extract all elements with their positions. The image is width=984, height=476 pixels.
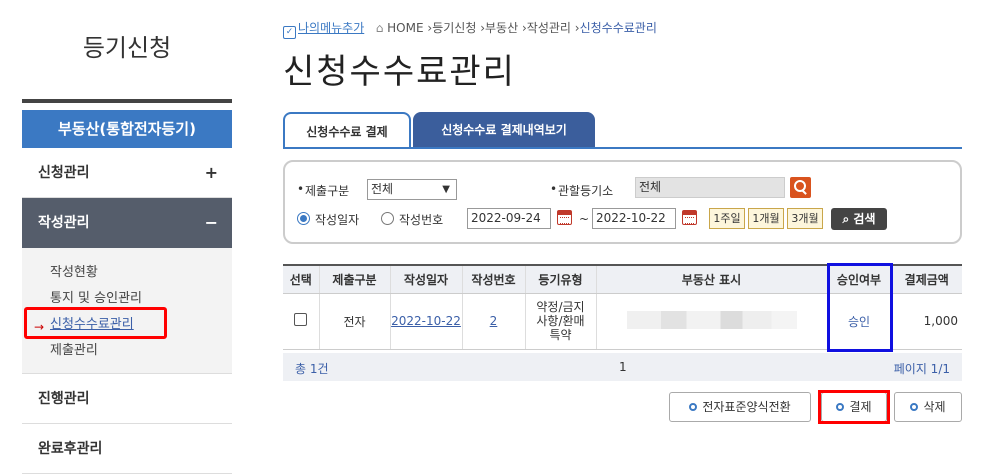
search-button-label: 검색: [853, 212, 876, 226]
highlight-box-pay-button: [818, 390, 890, 424]
office-label: 관할등기소: [558, 184, 614, 198]
submit-type-select[interactable]: 전체 ▼: [367, 179, 457, 200]
submenu-item-notice-approval[interactable]: 통지 및 승인관리: [50, 287, 142, 306]
sidebar-item-complete[interactable]: 완료후관리: [22, 424, 232, 474]
sidebar-item-label: 진행관리: [38, 391, 90, 407]
date-range-tilde: ~: [579, 212, 590, 226]
col-header: 부동산 표시: [595, 264, 827, 294]
collapse-icon[interactable]: −: [205, 198, 218, 248]
radio-date[interactable]: [297, 212, 310, 225]
col-header: 등기유형: [524, 264, 596, 294]
breadcrumb-item[interactable]: 등기신청: [432, 21, 476, 35]
breadcrumb: ✓ 나의메뉴추가 ⌂ HOME ›등기신청 ›부동산 ›작성관리 ›신청수수료관리: [283, 19, 657, 39]
col-header: 선택: [283, 264, 319, 294]
submit-type-label: 제출구분: [305, 184, 350, 198]
cell-submit-type: 전자: [318, 293, 390, 350]
submenu-item-submission[interactable]: 제출관리: [50, 339, 98, 358]
highlight-box-approval-column: [827, 263, 893, 352]
office-field[interactable]: 전체: [635, 177, 785, 198]
date-from-input[interactable]: 2022-09-24: [467, 208, 551, 229]
table-footer: 총 1건 1 페이지 1/1: [283, 353, 962, 381]
period-1month-button[interactable]: 1개월: [748, 208, 784, 229]
current-page[interactable]: 1: [619, 360, 627, 374]
cell-type-line: 약정/금지: [536, 300, 585, 314]
radio-date-label: 작성일자: [315, 213, 360, 227]
sidebar-title: 등기신청: [82, 34, 172, 62]
calendar-icon[interactable]: [682, 210, 697, 225]
submit-type-value: 전체: [371, 182, 394, 196]
sidebar-item-label: 완료후관리: [38, 441, 103, 457]
period-3month-button[interactable]: 3개월: [787, 208, 823, 229]
col-header: 제출구분: [318, 264, 390, 294]
breadcrumb-item[interactable]: 작성관리: [527, 21, 571, 35]
tab-payment-history[interactable]: 신청수수료 결제내역보기: [413, 112, 595, 148]
cell-type-line: 사항/환매: [536, 314, 585, 328]
breadcrumb-item[interactable]: 부동산: [485, 21, 518, 35]
delete-label: 삭제: [923, 400, 946, 414]
search-panel: • 제출구분 전체 ▼ • 관할등기소 전체 작성일자 작성번호 2022-09-…: [283, 160, 962, 244]
cell-amount: 1,000: [890, 293, 962, 350]
redacted-property-text: [626, 310, 797, 329]
col-header: 결제금액: [890, 264, 962, 294]
page-info: 페이지 1/1: [893, 362, 950, 376]
add-favorite-link[interactable]: 나의메뉴추가: [298, 21, 364, 35]
cell-date-link[interactable]: 2022-10-22: [391, 314, 461, 328]
home-icon: ⌂: [375, 21, 384, 35]
chevron-down-icon: ▼: [442, 184, 450, 195]
delete-button[interactable]: 삭제: [894, 392, 962, 422]
radio-number-label: 작성번호: [399, 213, 444, 227]
submenu-item-status[interactable]: 작성현황: [50, 261, 98, 280]
cell-number-link[interactable]: 2: [490, 314, 498, 328]
sidebar-item-label: 신청관리: [38, 165, 90, 181]
col-header: 작성일자: [389, 264, 462, 294]
tab-underline: [283, 147, 962, 149]
circle-icon: [910, 403, 919, 411]
cell-type-line: 특약: [549, 328, 572, 342]
search-icon[interactable]: [790, 177, 811, 198]
circle-icon: [689, 403, 698, 411]
breadcrumb-home[interactable]: HOME: [387, 21, 423, 35]
date-to-input[interactable]: 2022-10-22: [592, 208, 676, 229]
calendar-icon[interactable]: [557, 210, 572, 225]
bullet: •: [550, 182, 558, 196]
highlight-box-active-menu: [24, 307, 167, 339]
sidebar-section-header[interactable]: 부동산(통합전자등기): [22, 110, 232, 148]
bullet: •: [297, 182, 305, 196]
sidebar-item-write[interactable]: 작성관리 −: [22, 198, 232, 248]
sidebar-divider: [22, 99, 232, 103]
radio-number[interactable]: [381, 212, 394, 225]
search-icon: ⌕: [842, 212, 850, 226]
breadcrumb-current: 신청수수료관리: [579, 21, 657, 35]
expand-icon[interactable]: +: [205, 148, 218, 198]
sidebar-item-label: 작성관리: [38, 215, 90, 231]
sidebar-item-apply[interactable]: 신청관리 +: [22, 148, 232, 198]
search-button[interactable]: ⌕ 검색: [831, 208, 887, 230]
tab-fee-payment[interactable]: 신청수수료 결제: [283, 112, 411, 148]
total-count: 총 1건: [295, 362, 329, 376]
row-checkbox[interactable]: [294, 313, 308, 326]
period-1week-button[interactable]: 1주일: [709, 208, 745, 229]
page-title: 신청수수료관리: [283, 52, 516, 92]
col-header: 작성번호: [461, 264, 525, 294]
convert-format-button[interactable]: 전자표준양식전환: [669, 392, 811, 422]
checkbox-icon: ✓: [283, 26, 296, 39]
convert-format-label: 전자표준양식전환: [702, 400, 791, 414]
sidebar-item-progress[interactable]: 진행관리: [22, 374, 232, 424]
